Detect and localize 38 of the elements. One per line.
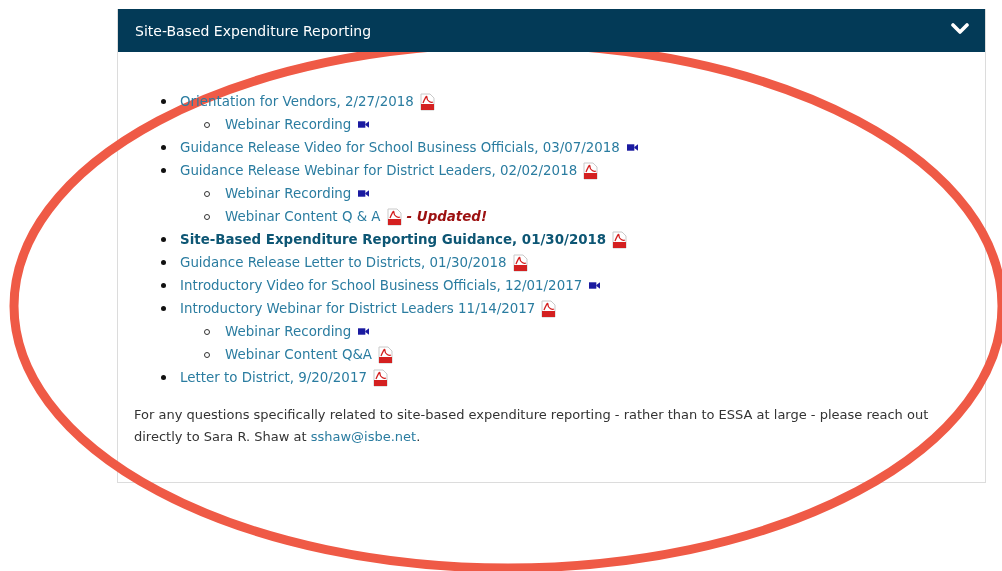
video-camera-icon[interactable] — [589, 281, 601, 290]
video-camera-icon[interactable] — [358, 120, 370, 129]
bullet — [161, 168, 166, 173]
pdf-icon[interactable] — [540, 299, 557, 318]
video-camera-icon[interactable] — [358, 327, 370, 336]
document-link[interactable]: Webinar Content Q & A — [225, 209, 381, 224]
pdf-icon[interactable] — [377, 345, 394, 364]
pdf-icon[interactable] — [611, 230, 628, 249]
document-link[interactable]: Guidance Release Webinar for District Leaders, 02/02/2018 — [180, 163, 578, 178]
chevron-icon[interactable] — [951, 22, 969, 35]
panel-title: Site-Based Expenditure Reporting — [135, 22, 372, 39]
bullet — [161, 375, 166, 380]
pdf-icon[interactable] — [582, 161, 599, 180]
document-link[interactable]: Webinar Recording — [225, 117, 352, 132]
document-link[interactable]: Site-Based Expenditure Reporting Guidance, 01/30/2018 — [180, 232, 607, 247]
bullet — [161, 260, 166, 265]
panel-header[interactable]: Site-Based Expenditure Reporting — [118, 9, 985, 52]
bullet — [161, 306, 166, 311]
document-link[interactable]: Letter to District, 9/20/2017 — [180, 370, 367, 385]
bullet — [161, 283, 166, 288]
video-camera-icon[interactable] — [626, 143, 638, 152]
video-camera-icon[interactable] — [358, 189, 370, 198]
document-link[interactable]: Guidance Release Video for School Business Officials, 03/07/2018 — [180, 140, 620, 155]
bullet — [161, 145, 166, 150]
document-link[interactable]: Guidance Release Letter to Districts, 01/30/2018 — [180, 255, 507, 270]
updated-note: - Updated! — [406, 209, 488, 224]
document-link[interactable]: Introductory Webinar for District Leaders 11/14/2017 — [180, 301, 536, 316]
document-link[interactable]: Webinar Recording — [225, 324, 352, 339]
document-link[interactable]: Webinar Recording — [225, 186, 352, 201]
contact-paragraph: For any questions specifically related to site-based expenditure reporting - rather than to ESSA at large - please reach out directly to Sara R. Shaw at sshaw@isbe.net. — [134, 406, 930, 446]
document-link[interactable]: Introductory Video for School Business Officials, 12/01/2017 — [180, 278, 583, 293]
pdf-icon[interactable] — [418, 92, 435, 111]
pdf-icon[interactable] — [511, 253, 528, 272]
pdf-icon[interactable] — [371, 368, 388, 387]
document-link[interactable]: Webinar Content Q&A — [225, 347, 373, 362]
bullet — [161, 99, 166, 104]
pdf-icon[interactable] — [385, 207, 402, 226]
bullet — [161, 237, 166, 242]
